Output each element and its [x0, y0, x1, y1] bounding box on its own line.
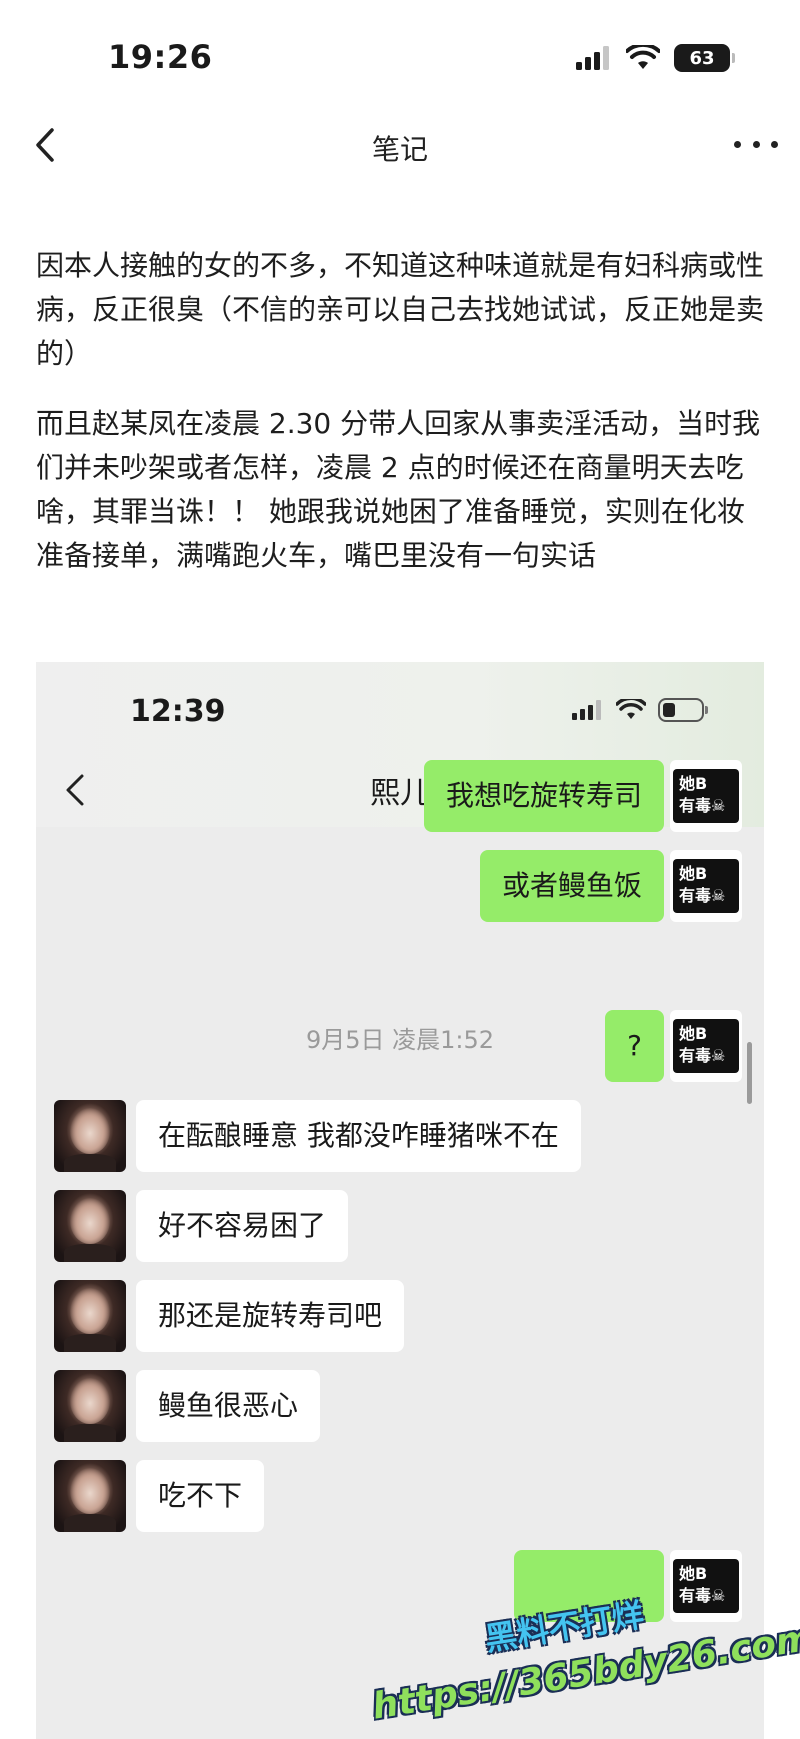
- my-avatar[interactable]: 她B 有毒☠: [670, 1010, 742, 1082]
- battery-icon: [658, 698, 708, 722]
- cellular-signal-icon: [572, 700, 601, 720]
- note-paragraph-1: 因本人接触的女的不多，不知道这种味道就是有妇科病或性病，反正很臭（不信的亲可以自…: [36, 249, 765, 370]
- my-avatar[interactable]: 她B 有毒☠: [670, 1550, 742, 1622]
- page-title: 笔记: [371, 133, 428, 166]
- status-icons: 63: [576, 44, 735, 72]
- note-paragraph-2: 而且赵某凤在凌晨 2.30 分带人回家从事卖淫活动，当时我们并未吵架或者怎样，凌…: [36, 407, 761, 572]
- contact-message-bubble[interactable]: 好不容易困了: [136, 1190, 349, 1262]
- contact-avatar[interactable]: [54, 1370, 126, 1442]
- cellular-signal-icon: [576, 46, 609, 70]
- contact-avatar[interactable]: [54, 1280, 126, 1352]
- chat-screenshot: 12:39 熙儿 我想吃旋转寿司 她B 有毒☠ 或者鳗鱼饭 她B 有毒☠ 9月5…: [36, 662, 764, 1739]
- chat-status-time: 12:39: [130, 694, 226, 729]
- contact-message-bubble[interactable]: 那还是旋转寿司吧: [136, 1280, 405, 1352]
- status-bar: 19:26 63: [0, 0, 800, 110]
- more-options-icon[interactable]: [734, 124, 778, 164]
- contact-message-bubble[interactable]: 在酝酿睡意 我都没咋睡猪咪不在: [136, 1100, 581, 1172]
- contact-message-bubble[interactable]: 吃不下: [136, 1460, 265, 1532]
- scroll-indicator[interactable]: [747, 1042, 752, 1104]
- contact-avatar[interactable]: [54, 1460, 126, 1532]
- my-message-bubble[interactable]: ?: [605, 1010, 664, 1082]
- contact-message-bubble[interactable]: 鳗鱼很恶心: [136, 1370, 321, 1442]
- nav-bar: 笔记: [0, 110, 800, 180]
- chat-status-icons: [572, 698, 708, 722]
- wifi-icon: [626, 45, 660, 69]
- battery-icon: 63: [674, 44, 735, 72]
- battery-level: 63: [689, 47, 715, 69]
- status-time: 19:26: [108, 38, 213, 76]
- my-message-bubble[interactable]: 我想吃旋转寿司: [423, 760, 664, 832]
- wifi-icon: [616, 699, 646, 719]
- my-message-bubble[interactable]: 或者鳗鱼饭: [479, 850, 664, 922]
- contact-avatar[interactable]: [54, 1100, 126, 1172]
- my-avatar[interactable]: 她B 有毒☠: [670, 850, 742, 922]
- contact-avatar[interactable]: [54, 1190, 126, 1262]
- my-avatar[interactable]: 她B 有毒☠: [670, 760, 742, 832]
